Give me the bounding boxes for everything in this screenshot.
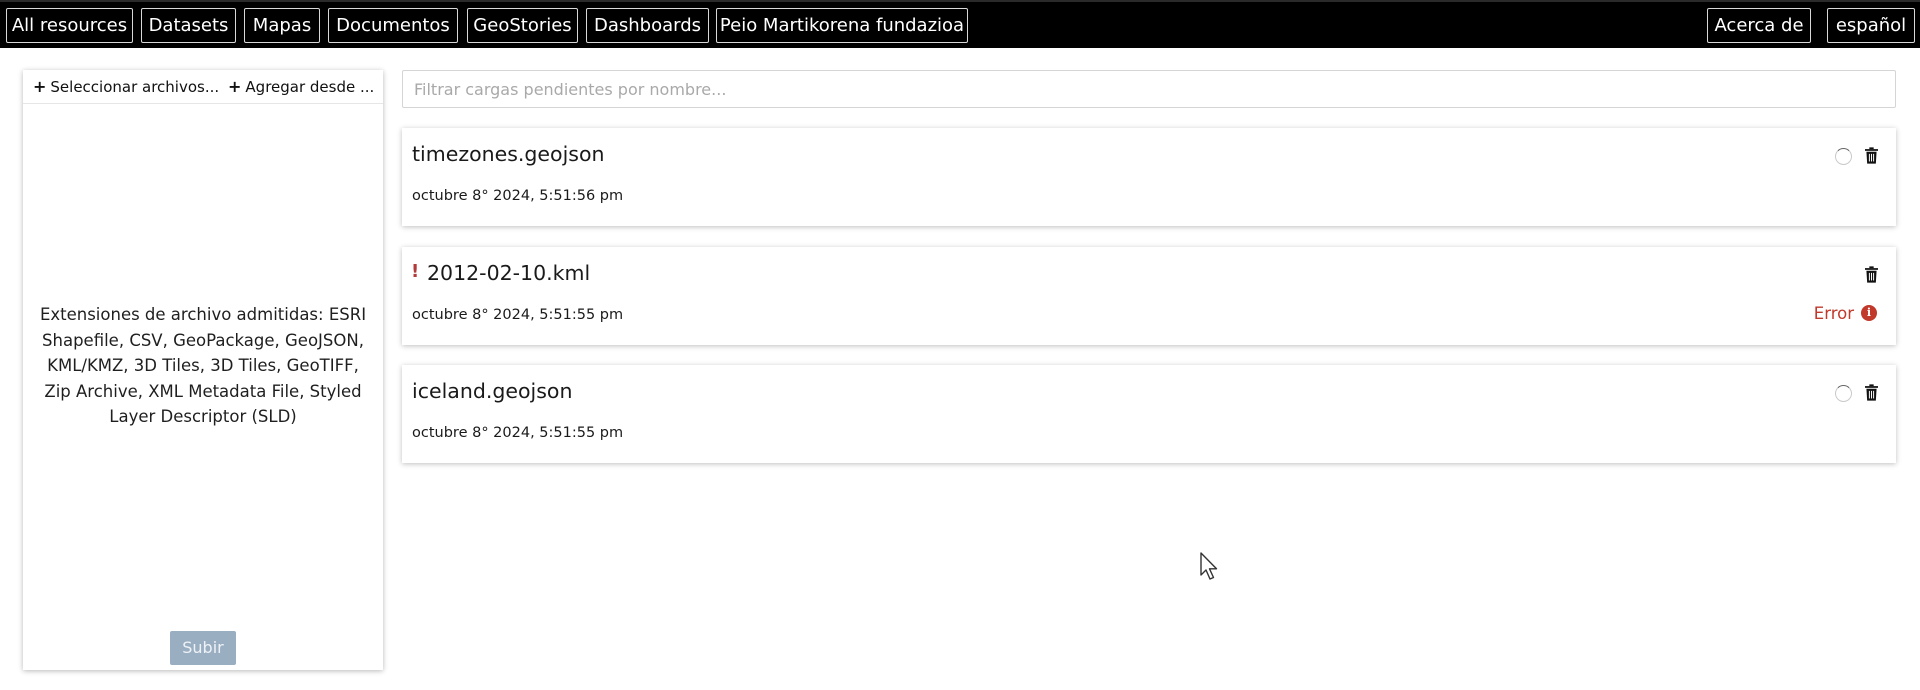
upload-file-name: iceland.geojson [412, 379, 573, 403]
warning-icon: ! [411, 261, 420, 282]
upload-date: octubre 8° 2024, 5:51:56 pm [412, 188, 624, 204]
loading-spinner-icon [1835, 148, 1852, 165]
upload-card: ! 2012-02-10.kml octubre 8° 2024, 5:51:5… [402, 247, 1896, 345]
upload-card: timezones.geojson octubre 8° 2024, 5:51:… [402, 128, 1896, 226]
upload-date: octubre 8° 2024, 5:51:55 pm [412, 307, 624, 323]
nav-dashboards[interactable]: Dashboards [586, 8, 709, 43]
trash-icon[interactable] [1865, 147, 1878, 164]
plus-icon: + [228, 77, 242, 96]
upload-panel: + Seleccionar archivos... + Agregar desde … [23, 70, 383, 670]
nav-about[interactable]: Acerca de [1707, 8, 1811, 43]
supported-extensions-text: Extensiones de archivo admitidas: ESRI S… [39, 305, 367, 426]
nav-datasets[interactable]: Datasets [141, 8, 236, 43]
error-status-label: Error [1813, 304, 1854, 323]
nav-peio-martikorena[interactable]: Peio Martikorena fundazioa [716, 8, 968, 43]
language-selector[interactable]: español [1827, 8, 1915, 43]
mouse-cursor-icon [1200, 552, 1218, 580]
nav-geostories[interactable]: GeoStories [467, 8, 578, 43]
upload-file-name: timezones.geojson [412, 142, 605, 166]
nav-all-resources[interactable]: All resources [6, 8, 133, 43]
nav-mapas[interactable]: Mapas [244, 8, 320, 43]
top-navbar: All resources Datasets Mapas Documentos … [0, 0, 1920, 48]
select-files-button[interactable]: + Seleccionar archivos... [33, 76, 233, 98]
trash-icon[interactable] [1865, 266, 1878, 283]
nav-documentos[interactable]: Documentos [328, 8, 458, 43]
loading-spinner-icon [1835, 385, 1852, 402]
upload-card: iceland.geojson octubre 8° 2024, 5:51:55… [402, 365, 1896, 463]
add-from-button[interactable]: + Agregar desde ... [228, 76, 378, 98]
submit-button[interactable]: Subir [170, 631, 236, 665]
upload-file-name: 2012-02-10.kml [427, 261, 591, 285]
upload-date: octubre 8° 2024, 5:51:55 pm [412, 425, 624, 441]
info-icon[interactable]: i [1861, 305, 1877, 321]
plus-icon: + [33, 77, 47, 96]
filter-uploads-input[interactable] [402, 70, 1896, 108]
upload-panel-header: + Seleccionar archivos... + Agregar desde … [23, 70, 383, 104]
select-files-label: Seleccionar archivos... [50, 78, 220, 96]
add-from-label: Agregar desde ... [245, 78, 375, 96]
trash-icon[interactable] [1865, 384, 1878, 401]
